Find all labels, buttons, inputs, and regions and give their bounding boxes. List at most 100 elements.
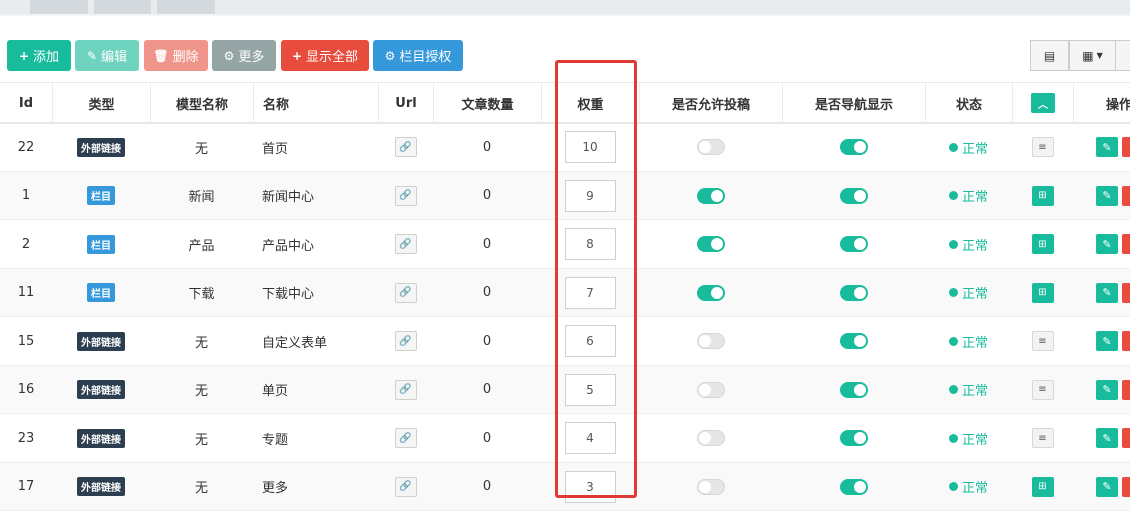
nav-show-toggle[interactable] <box>840 382 868 398</box>
status-badge: 正常 <box>949 186 988 205</box>
delete-row-button[interactable] <box>1122 331 1130 351</box>
cell-name: 更多 <box>253 463 378 511</box>
delete-row-button[interactable] <box>1122 234 1130 254</box>
sitemap-icon[interactable]: ⊞ <box>1032 186 1054 206</box>
allow-submit-toggle[interactable] <box>697 430 725 446</box>
header-name[interactable]: 名称 <box>253 83 378 123</box>
cell-status: 正常 <box>925 366 1012 414</box>
status-dot <box>949 385 958 394</box>
link-icon[interactable]: 🔗 <box>395 428 417 448</box>
header-collapse[interactable]: ︿ <box>1012 83 1073 123</box>
header-nav-show[interactable]: 是否导航显示 <box>782 83 925 123</box>
header-type[interactable]: 类型 <box>52 83 150 123</box>
allow-submit-toggle[interactable] <box>697 139 725 155</box>
edit-row-button[interactable]: ✎ <box>1096 283 1118 303</box>
weight-input[interactable]: 7 <box>565 277 616 309</box>
link-icon[interactable]: 🔗 <box>395 380 417 400</box>
columns-dropdown-button[interactable]: ▦ ▼ <box>1069 40 1116 71</box>
link-icon[interactable]: 🔗 <box>395 331 417 351</box>
delete-row-button[interactable] <box>1122 186 1130 206</box>
add-button[interactable]: + 添加 <box>7 40 71 71</box>
toggle-knob <box>699 384 711 396</box>
edit-row-button[interactable]: ✎ <box>1096 428 1118 448</box>
nav-show-toggle[interactable] <box>840 285 868 301</box>
edit-row-button[interactable]: ✎ <box>1096 477 1118 497</box>
edit-row-button[interactable]: ✎ <box>1096 380 1118 400</box>
edit-row-button[interactable]: ✎ <box>1096 331 1118 351</box>
nav-show-toggle[interactable] <box>840 333 868 349</box>
allow-submit-toggle[interactable] <box>697 382 725 398</box>
cell-url: 🔗 <box>378 123 433 171</box>
allow-submit-toggle[interactable] <box>697 479 725 495</box>
chevron-up-icon[interactable]: ︿ <box>1031 93 1055 113</box>
cell-status: 正常 <box>925 269 1012 317</box>
edit-row-button[interactable]: ✎ <box>1096 186 1118 206</box>
header-url[interactable]: Url <box>378 83 433 123</box>
header-status[interactable]: 状态 <box>925 83 1012 123</box>
list-icon[interactable]: ≡ <box>1032 428 1054 448</box>
allow-submit-toggle[interactable] <box>697 285 725 301</box>
allow-submit-toggle[interactable] <box>697 236 725 252</box>
list-icon[interactable]: ≡ <box>1032 331 1054 351</box>
header-weight[interactable]: 权重 <box>541 83 639 123</box>
tab-item[interactable] <box>94 0 151 14</box>
cell-id: 15 <box>0 317 52 365</box>
more-label: 更多 <box>238 46 264 65</box>
weight-input[interactable]: 4 <box>565 422 616 454</box>
edit-row-button[interactable]: ✎ <box>1096 234 1118 254</box>
table-row[interactable]: 1 栏目 新闻 新闻中心 🔗 0 9 正常 ⊞ ✎ <box>0 172 1130 221</box>
tab-item[interactable] <box>157 0 215 14</box>
toggle-view-button[interactable]: ▤ <box>1030 40 1069 71</box>
table-row[interactable]: 15 外部链接 无 自定义表单 🔗 0 6 正常 ≡ ✎ <box>0 317 1130 366</box>
more-button[interactable]: ⚙ 更多 <box>212 40 276 71</box>
nav-show-toggle[interactable] <box>840 479 868 495</box>
link-icon[interactable]: 🔗 <box>395 137 417 157</box>
nav-show-toggle[interactable] <box>840 430 868 446</box>
delete-row-button[interactable] <box>1122 137 1130 157</box>
allow-submit-toggle[interactable] <box>697 188 725 204</box>
table-row[interactable]: 2 栏目 产品 产品中心 🔗 0 8 正常 ⊞ ✎ <box>0 220 1130 269</box>
header-id[interactable]: Id <box>0 83 52 123</box>
weight-input[interactable]: 5 <box>565 374 616 406</box>
header-allow-submit[interactable]: 是否允许投稿 <box>639 83 782 123</box>
export-button[interactable] <box>1116 40 1130 71</box>
table-row[interactable]: 23 外部链接 无 专题 🔗 0 4 正常 ≡ ✎ <box>0 414 1130 463</box>
table-row[interactable]: 11 栏目 下载 下载中心 🔗 0 7 正常 ⊞ ✎ <box>0 269 1130 318</box>
weight-input[interactable]: 6 <box>565 325 616 357</box>
table-row[interactable]: 17 外部链接 无 更多 🔗 0 3 正常 ⊞ ✎ <box>0 463 1130 511</box>
list-icon[interactable]: ≡ <box>1032 137 1054 157</box>
table-row[interactable]: 22 外部链接 无 首页 🔗 0 10 正常 ≡ ✎ <box>0 123 1130 172</box>
weight-input[interactable]: 9 <box>565 180 616 212</box>
link-icon[interactable]: 🔗 <box>395 283 417 303</box>
sitemap-icon[interactable]: ⊞ <box>1032 283 1054 303</box>
list-icon[interactable]: ≡ <box>1032 380 1054 400</box>
sitemap-icon[interactable]: ⊞ <box>1032 477 1054 497</box>
delete-row-button[interactable] <box>1122 283 1130 303</box>
weight-input[interactable]: 3 <box>565 471 616 503</box>
column-auth-button[interactable]: ⚙ 栏目授权 <box>373 40 463 71</box>
edit-button[interactable]: ✎ 编辑 <box>75 40 139 71</box>
link-icon[interactable]: 🔗 <box>395 234 417 254</box>
allow-submit-toggle[interactable] <box>697 333 725 349</box>
cell-model: 无 <box>150 414 253 462</box>
header-articles[interactable]: 文章数量 <box>433 83 541 123</box>
delete-button[interactable]: 🗑 删除 <box>144 40 208 71</box>
tab-item[interactable] <box>30 0 88 14</box>
weight-input[interactable]: 8 <box>565 228 616 260</box>
edit-row-button[interactable]: ✎ <box>1096 137 1118 157</box>
show-all-button[interactable]: + 显示全部 <box>281 40 369 71</box>
delete-row-button[interactable] <box>1122 477 1130 497</box>
nav-show-toggle[interactable] <box>840 139 868 155</box>
cell-type: 外部链接 <box>52 463 150 511</box>
sitemap-icon[interactable]: ⊞ <box>1032 234 1054 254</box>
delete-row-button[interactable] <box>1122 380 1130 400</box>
delete-row-button[interactable] <box>1122 428 1130 448</box>
header-model[interactable]: 模型名称 <box>150 83 253 123</box>
table-row[interactable]: 16 外部链接 无 单页 🔗 0 5 正常 ≡ ✎ <box>0 366 1130 415</box>
weight-input[interactable]: 10 <box>565 131 616 163</box>
cell-articles: 0 <box>433 366 541 414</box>
link-icon[interactable]: 🔗 <box>395 477 417 497</box>
nav-show-toggle[interactable] <box>840 188 868 204</box>
nav-show-toggle[interactable] <box>840 236 868 252</box>
link-icon[interactable]: 🔗 <box>395 186 417 206</box>
